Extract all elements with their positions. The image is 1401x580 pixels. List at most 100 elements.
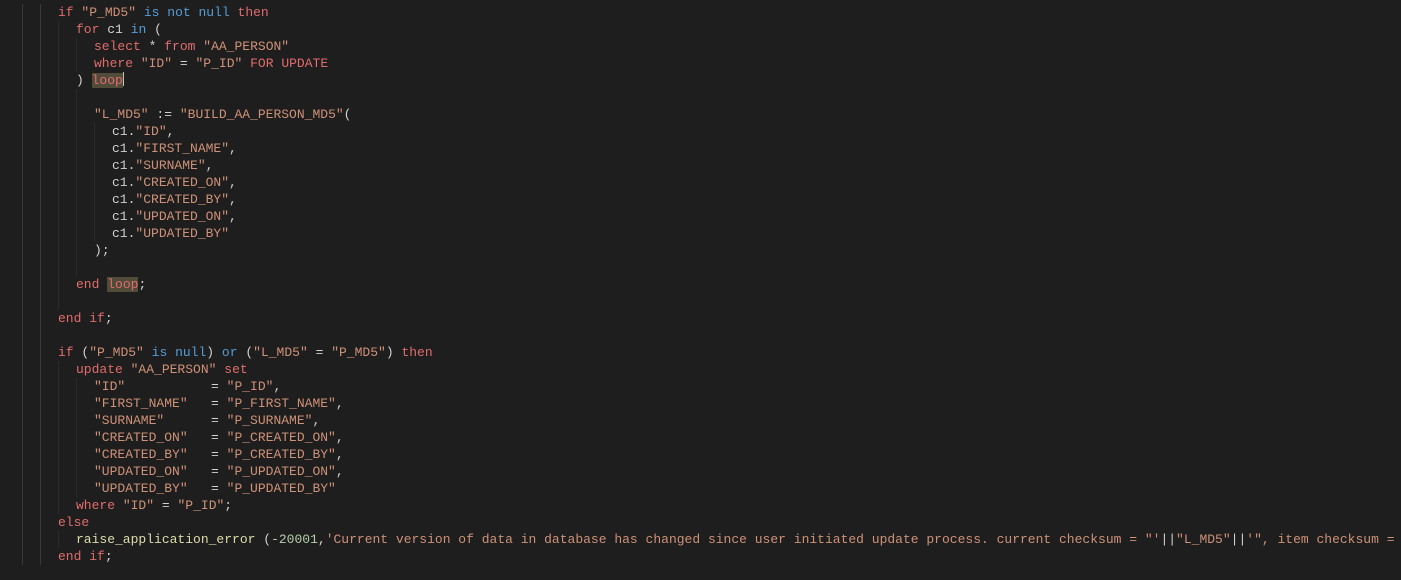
code-line[interactable]: c1."CREATED_BY", [8, 191, 1401, 208]
code-line[interactable]: select * from "AA_PERSON" [8, 38, 1401, 55]
code-token: '", item checksum = "' [1246, 532, 1401, 547]
code-line-content: end if; [22, 549, 113, 564]
code-token [58, 328, 66, 343]
code-line-content: end loop; [22, 277, 146, 292]
code-line[interactable]: "L_MD5" := "BUILD_AA_PERSON_MD5"( [8, 106, 1401, 123]
code-line[interactable]: ); [8, 242, 1401, 259]
code-token: is [144, 5, 160, 20]
code-editor[interactable]: if "P_MD5" is not null thenfor c1 in ( se… [0, 0, 1401, 565]
code-token: "P_MD5" [331, 345, 386, 360]
code-line-content: c1."FIRST_NAME", [22, 141, 237, 156]
code-line[interactable]: end if; [8, 548, 1401, 565]
code-token: where [94, 56, 133, 71]
code-token: , [336, 464, 344, 479]
code-line[interactable] [8, 327, 1401, 344]
code-line[interactable]: where "ID" = "P_ID" FOR UPDATE [8, 55, 1401, 72]
code-token [172, 56, 180, 71]
code-line[interactable]: c1."UPDATED_BY" [8, 225, 1401, 242]
code-line[interactable]: end loop; [8, 276, 1401, 293]
code-line[interactable] [8, 89, 1401, 106]
code-line[interactable]: if ("P_MD5" is null) or ("L_MD5" = "P_MD… [8, 344, 1401, 361]
code-line[interactable]: end if; [8, 310, 1401, 327]
code-token [308, 345, 316, 360]
code-token: = [211, 447, 227, 462]
code-line[interactable] [8, 259, 1401, 276]
code-line[interactable]: "CREATED_ON" = "P_CREATED_ON", [8, 429, 1401, 446]
code-line[interactable]: "ID" = "P_ID", [8, 378, 1401, 395]
code-line-content: ); [22, 243, 110, 258]
code-token: "CREATED_ON" [94, 430, 211, 445]
code-line-content: "ID" = "P_ID", [22, 379, 281, 394]
code-token: "P_CREATED_BY" [227, 447, 336, 462]
code-token: || [1160, 532, 1176, 547]
code-token: where [76, 498, 115, 513]
code-token [144, 345, 152, 360]
code-line[interactable]: c1."CREATED_ON", [8, 174, 1401, 191]
code-line[interactable]: for c1 in ( [8, 21, 1401, 38]
code-token: "UPDATED_ON" [94, 464, 211, 479]
code-token [214, 345, 222, 360]
code-line[interactable]: "UPDATED_BY" = "P_UPDATED_BY" [8, 480, 1401, 497]
code-token: , [167, 124, 175, 139]
code-token: loop [92, 73, 123, 88]
code-token: = [180, 56, 188, 71]
code-token: := [156, 107, 172, 122]
code-line-content: "UPDATED_ON" = "P_UPDATED_ON", [22, 464, 344, 479]
code-token: or [222, 345, 238, 360]
code-token [242, 56, 250, 71]
code-token [58, 294, 66, 309]
code-line[interactable]: "CREATED_BY" = "P_CREATED_BY", [8, 446, 1401, 463]
code-token: then [238, 5, 269, 20]
code-token: "P_ID" [227, 379, 274, 394]
code-token: , [229, 175, 237, 190]
code-token [154, 498, 162, 513]
code-token: c1 [112, 158, 128, 173]
code-line[interactable]: where "ID" = "P_ID"; [8, 497, 1401, 514]
code-line-content: ) loop [22, 73, 124, 88]
code-token [123, 22, 131, 37]
code-token: , [229, 141, 237, 156]
code-line[interactable]: else [8, 514, 1401, 531]
code-token: "L_MD5" [94, 107, 149, 122]
code-token: = [211, 379, 227, 394]
code-line[interactable]: raise_application_error (-20001,'Current… [8, 531, 1401, 548]
code-line[interactable]: "UPDATED_ON" = "P_UPDATED_ON", [8, 463, 1401, 480]
code-line-content [22, 328, 66, 343]
code-line-content: c1."UPDATED_BY" [22, 226, 229, 241]
code-line[interactable]: update "AA_PERSON" set [8, 361, 1401, 378]
code-line-content: select * from "AA_PERSON" [22, 39, 289, 54]
text-cursor [123, 72, 124, 86]
code-line[interactable]: "SURNAME" = "P_SURNAME", [8, 412, 1401, 429]
code-token: "L_MD5" [253, 345, 308, 360]
code-line-content: end if; [22, 311, 113, 326]
code-line-content: for c1 in ( [22, 22, 162, 37]
code-token: "P_ID" [195, 56, 242, 71]
code-line[interactable]: c1."SURNAME", [8, 157, 1401, 174]
code-token: , [336, 396, 344, 411]
code-token: "BUILD_AA_PERSON_MD5" [180, 107, 344, 122]
code-line[interactable]: c1."FIRST_NAME", [8, 140, 1401, 157]
code-line[interactable]: if "P_MD5" is not null then [8, 4, 1401, 21]
code-line[interactable]: "FIRST_NAME" = "P_FIRST_NAME", [8, 395, 1401, 412]
code-line[interactable] [8, 293, 1401, 310]
code-token: if [89, 311, 105, 326]
code-token: "FIRST_NAME" [94, 396, 211, 411]
code-token: "P_UPDATED_BY" [227, 481, 336, 496]
code-token [230, 5, 238, 20]
code-line-content: if ("P_MD5" is null) or ("L_MD5" = "P_MD… [22, 345, 433, 360]
code-token: "FIRST_NAME" [135, 141, 229, 156]
code-token: else [58, 515, 89, 530]
code-line-content: c1."CREATED_BY", [22, 192, 237, 207]
code-token [123, 362, 131, 377]
code-line[interactable]: c1."ID", [8, 123, 1401, 140]
code-token: c1 [112, 209, 128, 224]
code-line-content: where "ID" = "P_ID"; [22, 498, 232, 513]
code-line[interactable]: ) loop [8, 72, 1401, 89]
code-token: = [211, 464, 227, 479]
code-token: c1 [112, 226, 128, 241]
code-token: "CREATED_BY" [135, 192, 229, 207]
code-line-content: where "ID" = "P_ID" FOR UPDATE [22, 56, 328, 71]
code-token: "AA_PERSON" [203, 39, 289, 54]
code-token [76, 260, 84, 275]
code-line[interactable]: c1."UPDATED_ON", [8, 208, 1401, 225]
